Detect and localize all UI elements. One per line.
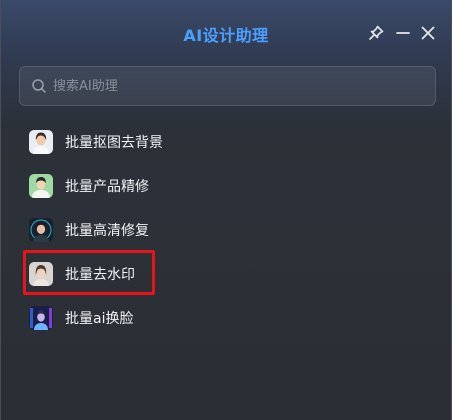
avatar [29, 218, 53, 242]
highlight-annotation-box [23, 250, 155, 295]
title-bar[interactable]: AI设计助理 [1, 0, 451, 66]
close-icon [421, 26, 435, 40]
tool-label: 批量抠图去背景 [65, 135, 163, 151]
tool-item-product-retouch[interactable]: 批量产品精修 [29, 171, 329, 201]
close-button[interactable] [419, 24, 437, 42]
search-box[interactable] [19, 66, 436, 106]
tool-label: 批量高清修复 [65, 223, 149, 239]
avatar-man-green-background-icon [29, 174, 53, 198]
search-input[interactable] [53, 67, 435, 105]
avatar-woman-dark-neon-icon [29, 218, 53, 242]
avatar [29, 306, 53, 330]
search-icon [32, 79, 46, 93]
avatar [29, 174, 53, 198]
tool-item-remove-background[interactable]: 批量抠图去背景 [29, 127, 329, 157]
minimize-icon [396, 32, 410, 34]
ai-assistant-window: AI设计助理 搜索AI助理 批量抠图去背景 批量产品精修 批量高清修复 批量去水… [0, 0, 452, 420]
pin-button[interactable] [367, 24, 385, 42]
minimize-button[interactable] [394, 24, 412, 42]
tool-label: 批量ai换脸 [65, 311, 134, 327]
pin-icon [369, 25, 384, 40]
avatar-figure-blue-neon-icon [29, 306, 53, 330]
avatar-woman-white-shirt-icon [29, 130, 53, 154]
tool-item-hd-restore[interactable]: 批量高清修复 [29, 215, 329, 245]
tool-item-ai-face-swap[interactable]: 批量ai换脸 [29, 303, 329, 333]
tool-label: 批量产品精修 [65, 179, 149, 195]
avatar [29, 130, 53, 154]
